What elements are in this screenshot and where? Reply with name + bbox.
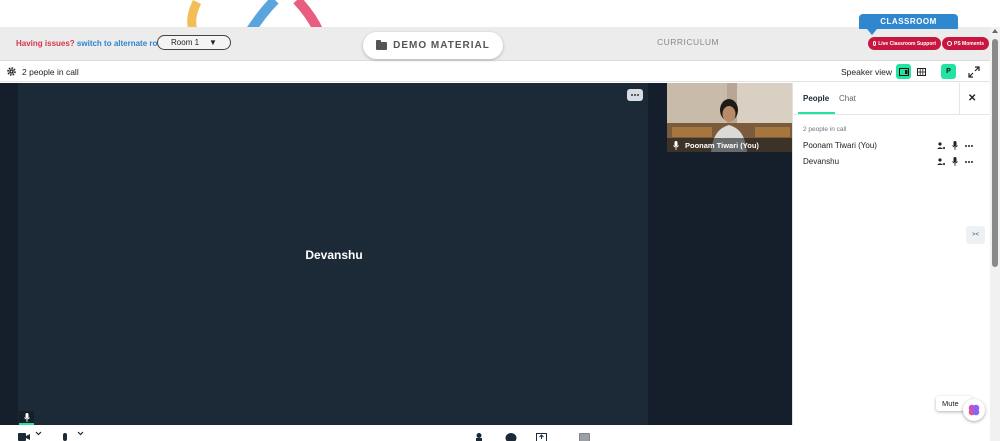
speaker-video: Devanshu	[0, 83, 648, 425]
participant-row: Devanshu	[803, 156, 983, 168]
brain-icon	[968, 404, 980, 416]
demo-material-button[interactable]: DEMO MATERIAL	[363, 32, 503, 59]
call-toolbar: 2 people in call Speaker view P	[0, 62, 990, 82]
caret-down-icon: ▼	[209, 38, 217, 47]
ps-moments-button[interactable]: PS Moments	[942, 37, 989, 50]
record-icon[interactable]	[579, 433, 590, 441]
thumbnail-name: Poonam Tiwari (You)	[685, 140, 759, 150]
grid-view-button[interactable]	[914, 64, 929, 79]
thumbnail-label: Poonam Tiwari (You)	[667, 138, 792, 152]
microphone-icon[interactable]	[61, 433, 69, 441]
spotlight-user-icon[interactable]	[937, 157, 945, 166]
microphone-icon	[23, 412, 30, 422]
mute-label: Mute	[942, 399, 959, 408]
issues-notice: Having issues? switch to alternate room	[16, 39, 169, 48]
demo-material-label: DEMO MATERIAL	[393, 40, 490, 51]
scrollbar-thumb[interactable]	[992, 39, 998, 267]
tab-chat[interactable]: Chat	[839, 94, 856, 103]
view-mode-label: Speaker view	[841, 67, 893, 77]
room-select[interactable]: Room 1 ▼	[157, 35, 231, 50]
moments-icon	[947, 41, 952, 46]
classroom-page: Having issues? switch to alternate room …	[0, 0, 1000, 441]
camera-icon[interactable]	[18, 433, 30, 441]
grid-icon	[917, 67, 926, 76]
participant-name: Devanshu	[803, 157, 840, 166]
more-options-icon[interactable]	[965, 160, 973, 163]
curriculum-tab[interactable]: CURRICULUM	[657, 37, 719, 47]
tab-people[interactable]: People	[803, 94, 829, 103]
dot-icon	[631, 94, 633, 96]
people-icon[interactable]	[475, 433, 483, 441]
panel-people-count: 2 people in call	[803, 126, 847, 133]
speaker-name: Devanshu	[305, 248, 363, 262]
video-more-button[interactable]	[627, 89, 643, 101]
speaker-mic-indicator	[19, 411, 34, 425]
classroom-header: Having issues? switch to alternate room …	[0, 27, 990, 61]
more-options-icon[interactable]	[965, 144, 973, 147]
share-screen-icon[interactable]	[536, 433, 547, 441]
chevron-down-icon[interactable]	[77, 431, 84, 436]
participant-name: Poonam Tiwari (You)	[803, 141, 877, 150]
ps-moments-label: PS Moments	[953, 40, 984, 47]
room-select-value: Room 1	[171, 38, 200, 47]
close-panel-icon[interactable]: ✕	[968, 93, 976, 104]
people-count: 2 people in call	[22, 67, 79, 77]
microphone-icon[interactable]	[952, 141, 958, 150]
classroom-tab[interactable]: CLASSROOM	[859, 14, 958, 35]
panel-divider-vertical	[959, 83, 960, 114]
participant-actions	[937, 157, 973, 166]
page-scrollbar[interactable]	[990, 27, 1000, 441]
speaker-view-icon	[898, 67, 909, 76]
microphone-icon	[673, 140, 679, 150]
people-panel: People Chat ✕ 2 people in call Poonam Ti…	[792, 83, 991, 425]
collapse-panel-icon[interactable]: ><	[966, 226, 985, 244]
panel-divider	[793, 114, 991, 115]
participant-badge[interactable]: P	[941, 64, 956, 79]
live-support-label: Live Classroom Support	[878, 40, 936, 47]
participant-row: Poonam Tiwari (You)	[803, 140, 983, 152]
live-support-button[interactable]: Live Classroom Support	[868, 37, 941, 50]
support-icon	[873, 41, 877, 46]
dot-icon	[637, 94, 639, 96]
chevron-down-icon[interactable]	[35, 431, 42, 436]
microphone-icon[interactable]	[952, 157, 958, 166]
scroll-up-icon[interactable]	[992, 29, 998, 33]
alternate-room-link[interactable]: switch to alternate room	[77, 39, 169, 48]
participant-actions	[937, 141, 973, 150]
gear-icon[interactable]	[6, 66, 17, 77]
folder-icon	[376, 39, 388, 50]
speaker-view-button[interactable]	[896, 64, 911, 79]
chat-icon[interactable]	[505, 433, 517, 441]
brain-assistant-icon[interactable]	[963, 399, 985, 421]
spotlight-user-icon[interactable]	[937, 141, 945, 150]
dot-icon	[634, 94, 636, 96]
expand-icon[interactable]	[968, 66, 980, 78]
issues-text: Having issues?	[16, 39, 75, 48]
call-controls-bar	[0, 425, 990, 441]
